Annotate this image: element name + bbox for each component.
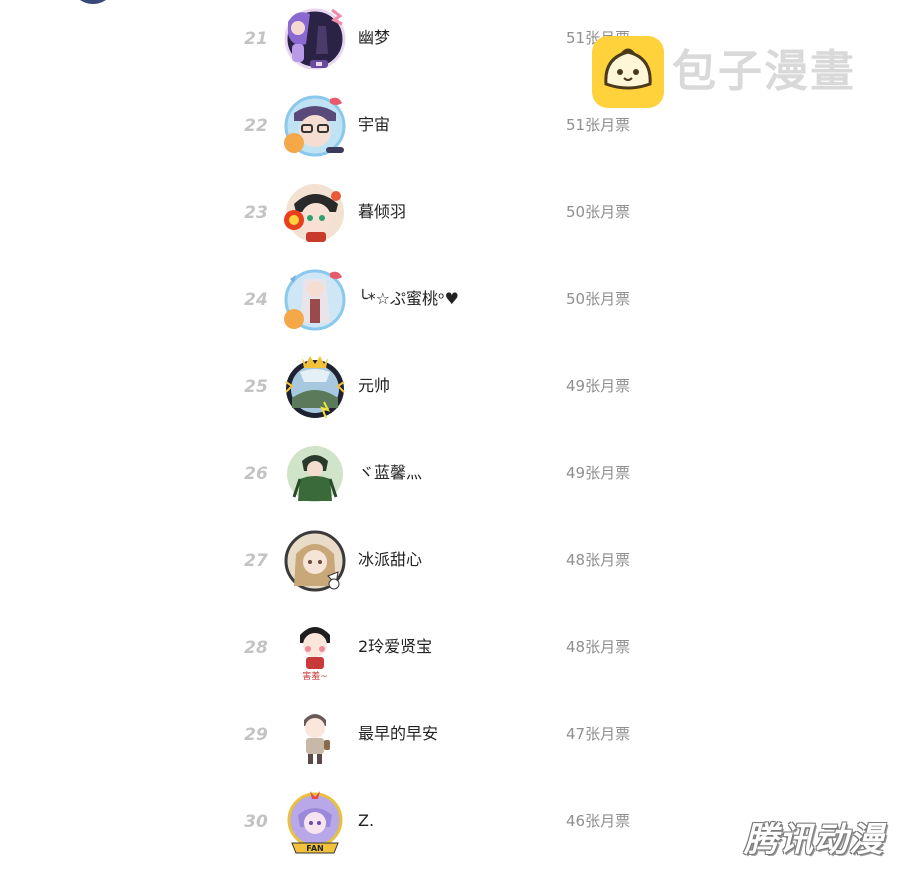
baozi-watermark: 包子漫畫 xyxy=(592,36,872,108)
rank-number: 22 xyxy=(244,116,268,136)
rank-number: 21 xyxy=(244,29,268,49)
rank-number: 29 xyxy=(244,725,268,745)
user-name[interactable]: Z. xyxy=(358,809,374,833)
user-name[interactable]: ヾ蓝馨灬 xyxy=(358,461,422,485)
avatar-anime-blonde-girl-icon[interactable] xyxy=(280,526,350,596)
vote-count: 46张月票 xyxy=(566,812,631,830)
user-name[interactable]: 2玲爱贤宝 xyxy=(358,635,432,659)
ranking-row[interactable]: 24 ╰*☆ぷ蜜桃ᵒ♥ 50张月票 xyxy=(0,261,900,348)
vote-count: 49张月票 xyxy=(566,464,631,482)
vote-count: 51张月票 xyxy=(566,116,631,134)
user-name[interactable]: 幽梦 xyxy=(358,26,390,50)
vote-count: 47张月票 xyxy=(566,725,631,743)
ranking-row[interactable]: 26 ヾ蓝馨灬 49张月票 xyxy=(0,435,900,522)
user-name[interactable]: 元帅 xyxy=(358,374,390,398)
vote-count: 49张月票 xyxy=(566,377,631,395)
tencent-watermark-text: 腾讯动漫 xyxy=(744,820,884,860)
avatar-landscape-crown-frame-icon[interactable] xyxy=(280,352,350,422)
vote-count: 48张月票 xyxy=(566,638,631,656)
rank-number: 25 xyxy=(244,377,268,397)
ranking-row[interactable]: 29 最早的早安 47张月票 xyxy=(0,696,900,783)
vote-count: 48张月票 xyxy=(566,551,631,569)
avatar-anime-white-hair-icon[interactable] xyxy=(280,265,350,335)
avatar-caption: FAN xyxy=(306,844,323,853)
user-name[interactable]: 暮倾羽 xyxy=(358,200,406,224)
rank-number: 30 xyxy=(244,812,268,832)
avatar-anime-glasses-icon[interactable] xyxy=(280,91,350,161)
rank-number: 27 xyxy=(244,551,268,571)
avatar-chibi-boy-icon[interactable] xyxy=(280,700,350,770)
ranking-row[interactable]: 28 害羞~ 2玲爱贤宝 48张月票 xyxy=(0,609,900,696)
ranking-row[interactable]: 27 冰派甜心 48张月票 xyxy=(0,522,900,609)
vote-count: 50张月票 xyxy=(566,290,631,308)
avatar-anime-green-coat-icon[interactable] xyxy=(280,439,350,509)
user-name[interactable]: 宇宙 xyxy=(358,113,390,137)
monthly-ticket-ranking-list: 21 幽梦 51张月票 22 xyxy=(0,0,900,874)
rank-number: 28 xyxy=(244,638,268,658)
user-name[interactable]: 最早的早安 xyxy=(358,722,438,746)
avatar-anime-fan-badge-icon[interactable]: FAN xyxy=(280,787,350,857)
avatar-anime-green-eyes-icon[interactable] xyxy=(280,178,350,248)
rank-number: 26 xyxy=(244,464,268,484)
ranking-row[interactable]: 23 暮倾羽 50张月票 xyxy=(0,174,900,261)
user-name[interactable]: 冰派甜心 xyxy=(358,548,422,572)
rank-number: 24 xyxy=(244,290,268,310)
avatar-caption: 害羞~ xyxy=(302,670,328,682)
baozi-watermark-text: 包子漫畫 xyxy=(672,46,856,97)
avatar-chibi-shy-icon[interactable]: 害羞~ xyxy=(280,613,350,683)
ranking-row[interactable]: 25 元帅 49张月票 xyxy=(0,348,900,435)
vote-count: 50张月票 xyxy=(566,203,631,221)
user-name[interactable]: ╰*☆ぷ蜜桃ᵒ♥ xyxy=(358,287,459,311)
avatar-anime-purple-hair-icon[interactable] xyxy=(280,4,350,74)
baozi-logo-icon xyxy=(592,36,664,108)
rank-number: 23 xyxy=(244,203,268,223)
